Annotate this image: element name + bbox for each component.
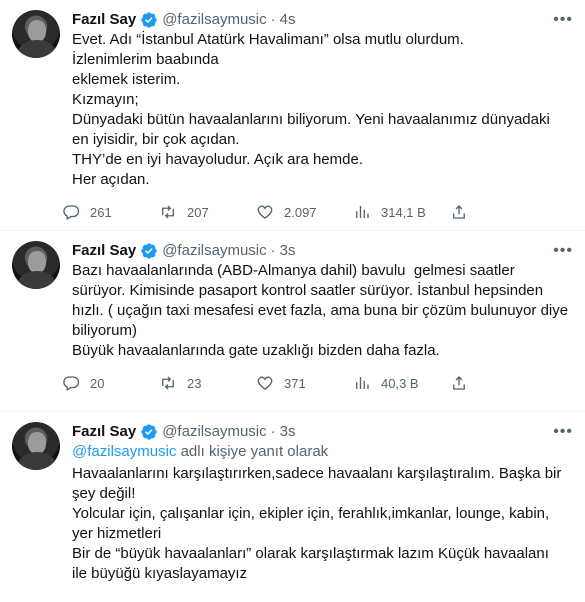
tweet-line: hızlı. ( uçağın taxi mesafesi evet fazla…: [72, 302, 569, 319]
tweet-text: Havaalanlarını karşılaştırırken,sadece h…: [72, 464, 569, 584]
tweet-actions: 261 207 2.097 314,1 B: [62, 194, 569, 230]
author-name[interactable]: Fazıl Say: [72, 10, 136, 30]
author-name[interactable]: Fazıl Say: [72, 422, 136, 442]
tweet-line: ile büyüğü kıyaslayamayız: [72, 565, 248, 582]
views-icon: [356, 377, 369, 389]
timestamp[interactable]: 3s: [280, 241, 296, 261]
author-name[interactable]: Fazıl Say: [72, 241, 136, 261]
more-icon[interactable]: •••: [553, 10, 573, 30]
tweet-line: Yolcular için, çalışanlar için, ekipler …: [72, 505, 550, 522]
tweet-line: Bir de “büyük havaalanları” olarak karşı…: [72, 545, 549, 562]
reply-button[interactable]: 261: [62, 203, 159, 221]
share-icon: [453, 376, 465, 390]
author-handle[interactable]: @fazilsaymusic: [162, 241, 266, 261]
tweet-line: eklemek isterim.: [72, 71, 181, 88]
separator-dot: ·: [270, 242, 276, 259]
tweet-header: Fazıl Say @fazilsaymusic · 4s: [72, 10, 569, 30]
tweet-line: şey değil!: [72, 485, 136, 502]
views-button[interactable]: 314,1 B: [353, 203, 450, 221]
separator-dot: ·: [270, 11, 276, 28]
tweet-1[interactable]: Fazıl Say @fazilsaymusic · 4s ••• Evet. …: [0, 0, 585, 230]
retweet-button[interactable]: 207: [159, 203, 256, 221]
tweet-line: biliyorum): [72, 322, 138, 339]
reply-count: 261: [90, 204, 112, 220]
tweet-line: Evet. Adı “İstanbul Atatürk Havalimanı” …: [72, 31, 464, 48]
verified-badge-icon: [141, 243, 157, 259]
tweet-line: Kızmayın;: [72, 91, 139, 108]
tweet-line: en iyisidir, bir çok açıdan.: [72, 131, 240, 148]
views-count: 40,3 B: [381, 375, 419, 391]
reply-button[interactable]: 20: [62, 374, 159, 392]
tweet-header: Fazıl Say @fazilsaymusic · 3s: [72, 422, 569, 442]
tweet-actions: 20 23 371 40,3 B: [62, 365, 569, 401]
like-button[interactable]: 371: [256, 374, 353, 392]
separator-dot: ·: [270, 423, 276, 440]
like-count: 371: [284, 375, 306, 391]
tweet-3[interactable]: Fazıl Say @fazilsaymusic · 3s ••• @fazil…: [0, 411, 585, 584]
tweet-line: İzlenimlerim baabında: [72, 51, 219, 68]
tweet-line: sürüyor. Kimisinde pasaport kontrol saat…: [72, 282, 544, 299]
tweet-line: yer hizmetleri: [72, 525, 162, 542]
retweet-count: 207: [187, 204, 209, 220]
tweet-line: Her açıdan.: [72, 171, 150, 188]
share-button[interactable]: [450, 374, 547, 392]
tweet-line: Büyük havaalanlarında gate uzaklığı bizd…: [72, 342, 440, 359]
tweet-text: Evet. Adı “İstanbul Atatürk Havalimanı” …: [72, 30, 569, 190]
reply-mention-link[interactable]: @fazilsaymusic: [72, 443, 176, 460]
like-button[interactable]: 2.097: [256, 203, 353, 221]
heart-icon: [257, 205, 273, 219]
timestamp[interactable]: 4s: [280, 10, 296, 30]
avatar[interactable]: [12, 422, 60, 470]
tweet-text: Bazı havaalanlarında (ABD-Almanya dahil)…: [72, 261, 569, 361]
more-icon[interactable]: •••: [553, 241, 573, 261]
tweet-line: Havaalanlarını karşılaştırırken,sadece h…: [72, 465, 562, 482]
reply-context-text: adlı kişiye yanıt olarak: [176, 443, 329, 460]
tweet-line: Dünyadaki bütün havaalanlarını biliyorum…: [72, 111, 550, 128]
retweet-count: 23: [187, 375, 202, 391]
reply-icon: [63, 205, 80, 220]
views-icon: [356, 206, 369, 218]
reply-icon: [63, 376, 80, 391]
timestamp[interactable]: 3s: [280, 422, 296, 442]
like-count: 2.097: [284, 204, 317, 220]
avatar[interactable]: [12, 241, 60, 289]
avatar[interactable]: [12, 10, 60, 58]
heart-icon: [257, 376, 273, 390]
retweet-icon: [162, 205, 174, 219]
tweet-2[interactable]: Fazıl Say @fazilsaymusic · 3s ••• Bazı h…: [0, 230, 585, 401]
reply-count: 20: [90, 375, 105, 391]
tweet-line: THY’de en iyi havayoludur. Açık ara hemd…: [72, 151, 363, 168]
share-button[interactable]: [450, 203, 547, 221]
views-count: 314,1 B: [381, 204, 426, 220]
tweet-header: Fazıl Say @fazilsaymusic · 3s: [72, 241, 569, 261]
tweet-line: Bazı havaalanlarında (ABD-Almanya dahil)…: [72, 262, 515, 279]
views-button[interactable]: 40,3 B: [353, 374, 450, 392]
share-icon: [453, 205, 465, 219]
retweet-button[interactable]: 23: [159, 374, 256, 392]
retweet-icon: [162, 376, 174, 390]
verified-badge-icon: [141, 12, 157, 28]
verified-badge-icon: [141, 424, 157, 440]
more-icon[interactable]: •••: [553, 422, 573, 442]
author-handle[interactable]: @fazilsaymusic: [162, 422, 266, 442]
reply-context: @fazilsaymusic adlı kişiye yanıt olarak: [72, 442, 569, 462]
author-handle[interactable]: @fazilsaymusic: [162, 10, 266, 30]
